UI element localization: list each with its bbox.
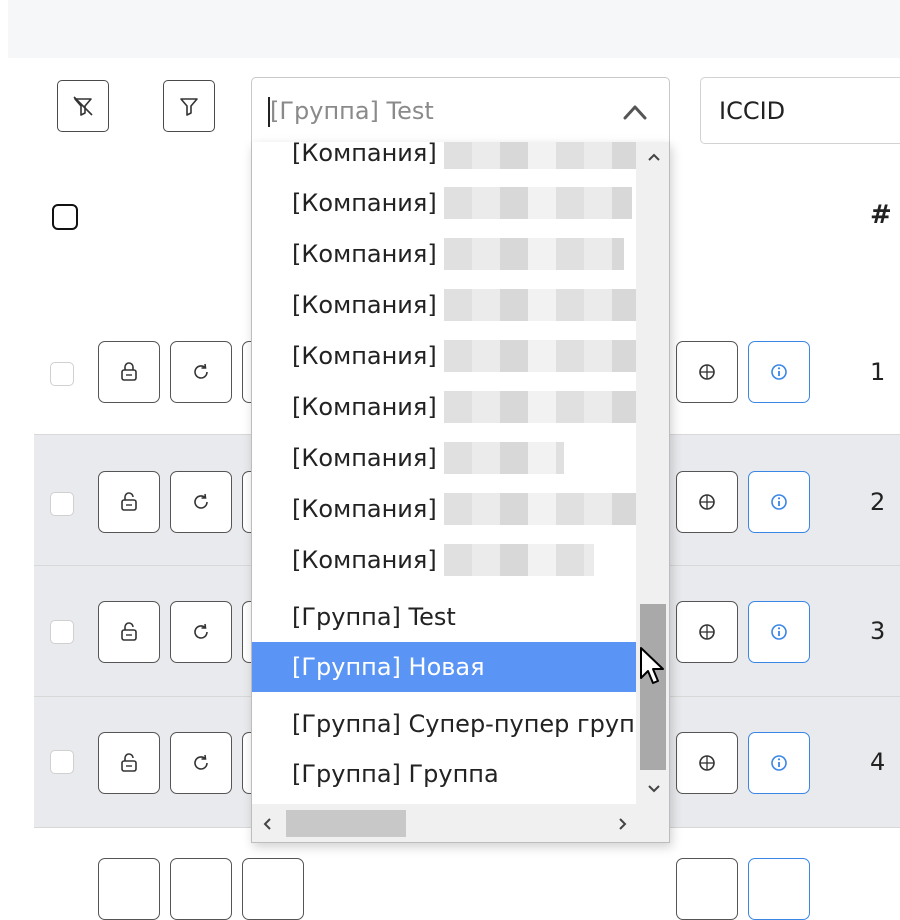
row-checkbox[interactable] <box>50 750 74 774</box>
info-icon <box>771 624 787 640</box>
refresh-button[interactable] <box>170 858 232 920</box>
row-number: 3 <box>870 617 886 645</box>
select-all-checkbox[interactable] <box>52 204 78 230</box>
globe-icon <box>699 755 715 771</box>
row-checkbox[interactable] <box>50 620 74 644</box>
row-checkbox[interactable] <box>50 492 74 516</box>
group-option[interactable]: [Компания] <box>252 484 636 534</box>
info-button[interactable] <box>748 471 810 533</box>
refresh-icon <box>194 363 208 379</box>
info-icon <box>771 755 787 771</box>
group-option-label: [Группа] Супер-пупер группа <box>292 710 636 738</box>
refresh-button[interactable] <box>170 601 232 663</box>
info-icon <box>771 364 787 380</box>
unlock-button[interactable] <box>98 732 160 794</box>
unlock-icon <box>121 492 137 511</box>
horizontal-scrollbar[interactable] <box>252 804 669 842</box>
group-option[interactable]: [Компания] <box>252 535 636 585</box>
group-option[interactable]: [Компания] <box>252 331 636 381</box>
chevron-down-icon <box>647 785 660 793</box>
scroll-right-button[interactable] <box>608 804 638 842</box>
scroll-left-button[interactable] <box>252 804 282 842</box>
lock-button[interactable] <box>98 341 160 403</box>
redacted-name <box>444 544 594 576</box>
unlock-button[interactable] <box>98 471 160 533</box>
chevron-up-icon[interactable] <box>621 100 649 124</box>
group-option[interactable]: [Компания] <box>252 280 636 330</box>
group-select-value: [Группа] Test <box>270 97 434 125</box>
refresh-button[interactable] <box>170 471 232 533</box>
group-option-highlighted[interactable]: [Группа] Новая <box>252 642 636 692</box>
refresh-icon <box>194 754 208 770</box>
group-option[interactable]: [Группа] Группа <box>252 749 636 799</box>
unlock-icon <box>121 753 137 772</box>
group-option[interactable]: [Компания] <box>252 382 636 432</box>
globe-icon <box>699 494 715 510</box>
info-button[interactable] <box>748 858 810 920</box>
unlock-icon <box>121 622 137 641</box>
globe-button[interactable] <box>676 732 738 794</box>
group-option[interactable]: [Компания] <box>252 142 636 178</box>
globe-button[interactable] <box>676 601 738 663</box>
info-button[interactable] <box>748 341 810 403</box>
chevron-up-icon <box>647 153 660 161</box>
top-band <box>0 0 900 58</box>
row-number: 4 <box>870 748 886 776</box>
iccid-input[interactable]: ICCID <box>700 77 900 144</box>
horizontal-scroll-thumb[interactable] <box>286 810 406 837</box>
number-column-header: # <box>870 200 892 230</box>
group-option[interactable]: [Группа] Супер-пупер группа <box>252 699 636 749</box>
group-dropdown[interactable]: [Компания] [Компания] [Компания] [Компан… <box>251 142 670 843</box>
scroll-down-button[interactable] <box>636 774 669 804</box>
vertical-scrollbar[interactable] <box>636 142 669 804</box>
clear-filters-button[interactable] <box>57 80 109 132</box>
info-button[interactable] <box>748 732 810 794</box>
row-number: 2 <box>870 488 886 516</box>
redacted-name <box>444 142 636 169</box>
refresh-button[interactable] <box>170 341 232 403</box>
chevron-right-icon <box>619 817 627 830</box>
lock-icon <box>121 362 137 381</box>
row-checkbox[interactable] <box>50 362 74 386</box>
info-icon <box>771 494 787 510</box>
refresh-icon <box>194 623 208 639</box>
redacted-name <box>444 289 636 321</box>
redacted-name <box>444 442 564 474</box>
group-select[interactable]: [Группа] Test <box>251 77 670 144</box>
left-band <box>0 0 8 877</box>
group-option[interactable]: [Компания] <box>252 229 636 279</box>
filter-clear-icon <box>73 96 93 116</box>
filter-icon <box>180 98 198 116</box>
action-button[interactable] <box>242 858 304 920</box>
group-option[interactable]: [Компания] <box>252 178 636 228</box>
refresh-icon <box>194 493 208 509</box>
iccid-value: ICCID <box>719 97 786 125</box>
redacted-name <box>444 493 636 525</box>
globe-icon <box>699 624 715 640</box>
chevron-left-icon <box>263 817 271 830</box>
unlock-button[interactable] <box>98 601 160 663</box>
globe-button[interactable] <box>676 471 738 533</box>
row-number: 1 <box>870 358 886 386</box>
group-option-label: [Группа] Test <box>292 603 456 631</box>
filter-button[interactable] <box>163 80 215 132</box>
refresh-button[interactable] <box>170 732 232 794</box>
info-button[interactable] <box>748 601 810 663</box>
group-option-label: [Группа] Группа <box>292 760 499 788</box>
globe-button[interactable] <box>676 341 738 403</box>
group-option[interactable]: [Группа] Test <box>252 592 636 642</box>
redacted-name <box>444 187 632 219</box>
globe-icon <box>699 364 715 380</box>
redacted-name <box>444 238 624 270</box>
redacted-name <box>444 340 636 372</box>
unlock-button[interactable] <box>98 858 160 920</box>
globe-button[interactable] <box>676 858 738 920</box>
scroll-up-button[interactable] <box>636 142 669 172</box>
redacted-name <box>444 391 636 423</box>
group-options-list: [Компания] [Компания] [Компания] [Компан… <box>252 142 636 804</box>
group-option-label: [Группа] Новая <box>292 653 485 681</box>
mouse-pointer-icon <box>640 647 664 684</box>
group-option[interactable]: [Компания] <box>252 433 636 483</box>
